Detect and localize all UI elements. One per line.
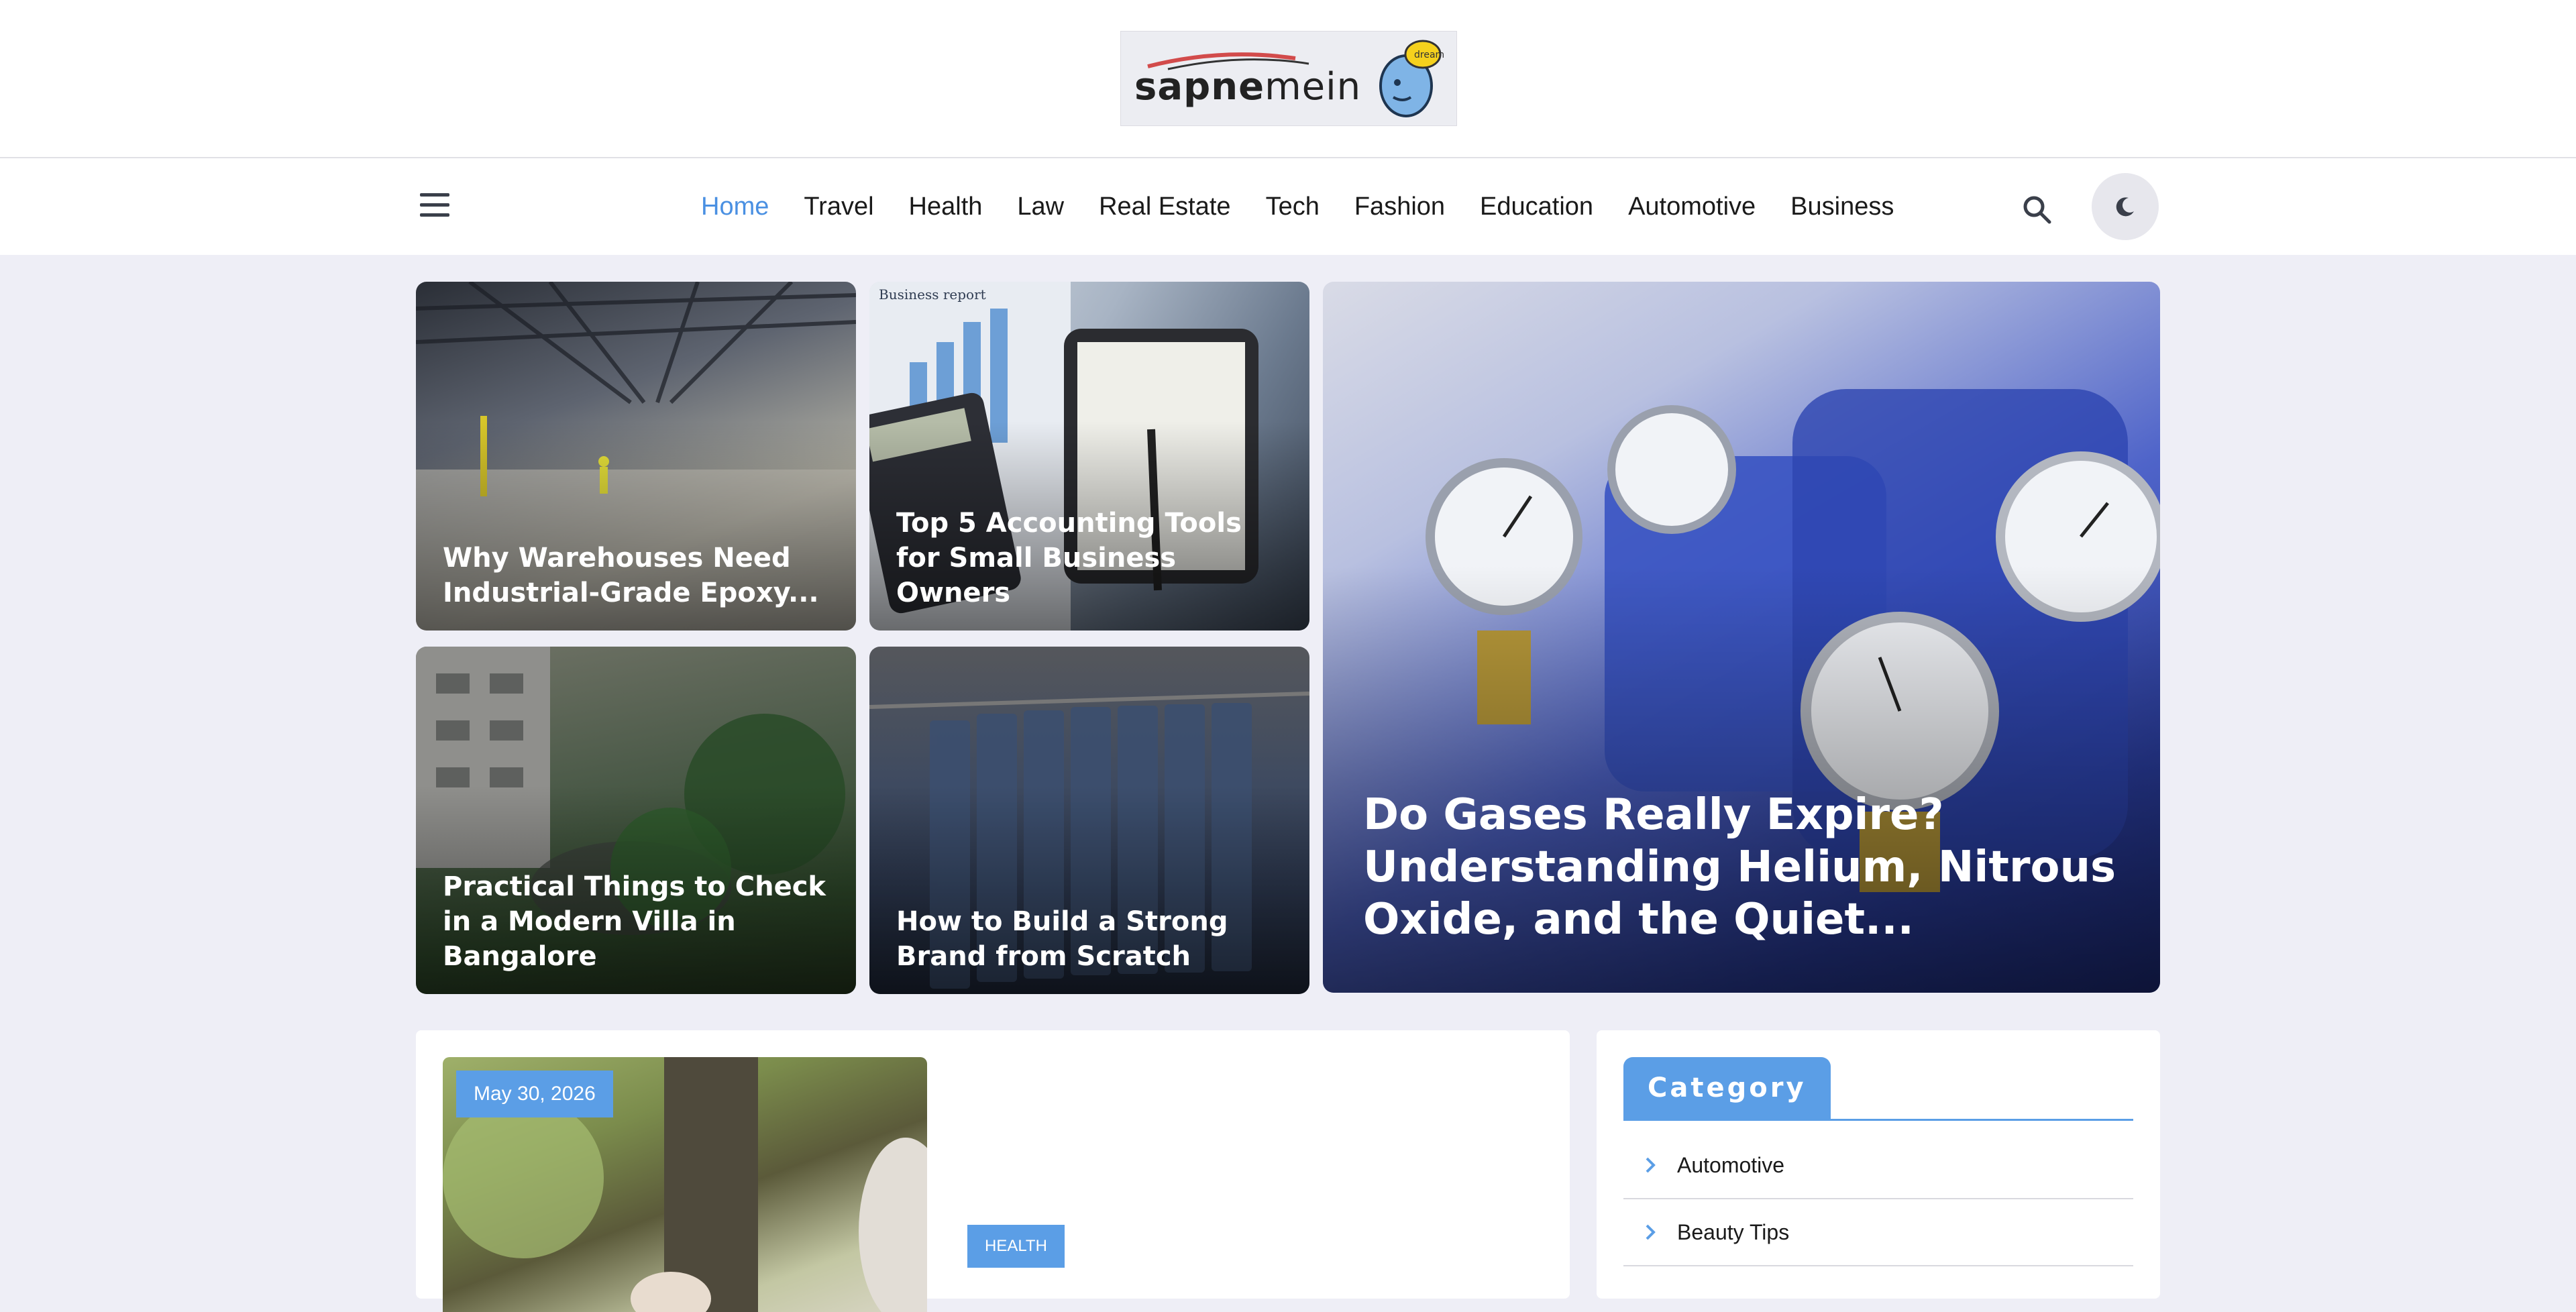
featured-card-title[interactable]: How to Build a Strong Brand from Scratch (896, 904, 1283, 974)
featured-card-title[interactable]: Top 5 Accounting Tools for Small Busines… (896, 506, 1283, 610)
featured-card-title[interactable]: Do Gases Really Expire? Understanding He… (1363, 789, 2120, 946)
category-item-beauty-tips[interactable]: Beauty Tips (1623, 1199, 2133, 1266)
chevron-right-icon (1623, 1156, 1677, 1174)
nav-item-tech[interactable]: Tech (1266, 193, 1320, 221)
hamburger-icon[interactable] (419, 189, 451, 221)
logo-mascot-icon: dream (1379, 40, 1444, 117)
svg-text:Business report: Business report (879, 286, 986, 303)
nav-item-business[interactable]: Business (1790, 193, 1894, 221)
nav-item-education[interactable]: Education (1480, 193, 1593, 221)
featured-card-villa[interactable]: Practical Things to Check in a Modern Vi… (416, 647, 856, 994)
post-thumbnail[interactable]: May 30, 2026 (443, 1057, 927, 1312)
search-icon[interactable] (2021, 193, 2053, 225)
site-header: sapnemein dream (0, 0, 2576, 158)
featured-card-brand[interactable]: How to Build a Strong Brand from Scratch (869, 647, 1309, 994)
category-widget-title: Category (1623, 1057, 1831, 1119)
category-item-automotive[interactable]: Automotive (1623, 1132, 2133, 1199)
featured-card-gases[interactable]: Do Gases Really Expire? Understanding He… (1323, 282, 2160, 993)
nav-item-automotive[interactable]: Automotive (1628, 193, 1756, 221)
post-category-badge[interactable]: HEALTH (967, 1225, 1065, 1268)
nav-item-real-estate[interactable]: Real Estate (1099, 193, 1230, 221)
category-widget-header: Category (1623, 1057, 2133, 1121)
category-widget: Category Automotive Beauty Tips (1597, 1030, 2160, 1299)
site-logo[interactable]: sapnemein dream (1120, 31, 1457, 126)
category-list: Automotive Beauty Tips (1623, 1132, 2133, 1266)
nav-item-health[interactable]: Health (909, 193, 983, 221)
category-item-label: Automotive (1677, 1152, 1785, 1177)
dark-mode-toggle[interactable] (2092, 173, 2159, 240)
chevron-right-icon (1623, 1223, 1677, 1241)
logo-wordmark: sapnemein (1134, 65, 1362, 109)
primary-nav: Home Travel Health Law Real Estate Tech … (701, 158, 1929, 255)
featured-card-title[interactable]: Why Warehouses Need Industrial-Grade Epo… (443, 541, 829, 610)
moon-icon (2116, 197, 2134, 217)
category-item-label: Beauty Tips (1677, 1219, 1790, 1244)
featured-card-accounting[interactable]: Business report Top 5 Accounting Tools f… (869, 282, 1309, 631)
nav-item-fashion[interactable]: Fashion (1354, 193, 1445, 221)
latest-post-card: May 30, 2026 HEALTH (416, 1030, 1570, 1312)
main-navbar: Home Travel Health Law Real Estate Tech … (0, 158, 2576, 255)
nav-item-travel[interactable]: Travel (804, 193, 873, 221)
post-date-badge[interactable]: May 30, 2026 (456, 1071, 613, 1117)
nav-item-home[interactable]: Home (701, 193, 769, 221)
featured-card-title[interactable]: Practical Things to Check in a Modern Vi… (443, 869, 829, 974)
svg-text:dream: dream (1414, 50, 1444, 60)
nav-item-law[interactable]: Law (1017, 193, 1064, 221)
featured-card-warehouse[interactable]: Why Warehouses Need Industrial-Grade Epo… (416, 282, 856, 631)
